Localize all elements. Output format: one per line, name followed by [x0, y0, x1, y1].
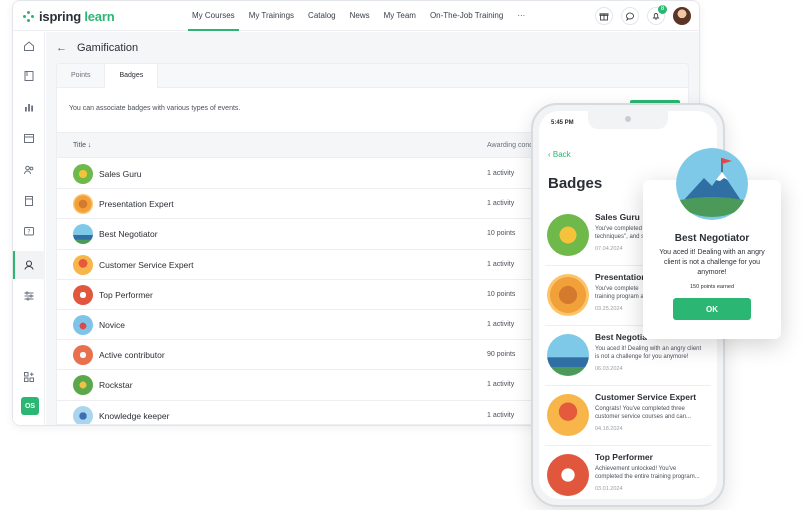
page-description: You can associate badges with various ty…: [69, 105, 241, 112]
reports-icon[interactable]: [21, 99, 37, 115]
badge-awarding-condition: 90 points: [487, 351, 516, 359]
user-avatar[interactable]: [673, 7, 691, 25]
badge-name: Active contributor: [99, 350, 165, 361]
balloon-badge-icon: [547, 394, 589, 436]
badge-name: Novice: [99, 319, 125, 330]
top-icons: 8: [595, 5, 691, 25]
sidebar: ? OS: [13, 32, 45, 425]
user-initials-badge[interactable]: OS: [21, 397, 39, 415]
document-icon[interactable]: [21, 193, 37, 209]
nav-my-courses[interactable]: My Courses: [185, 1, 242, 31]
phone-back-button[interactable]: ‹ Back: [548, 150, 571, 159]
badge-description: You aced it! Dealing with an angry clien…: [595, 346, 702, 360]
tab-bar: Points Badges: [57, 64, 688, 88]
badge-title: Top Performer: [595, 452, 653, 462]
badge-title: Sales Guru: [595, 212, 640, 222]
badge-date: 03.01.2024: [595, 486, 623, 492]
apps-icon[interactable]: [21, 369, 37, 385]
tab-points[interactable]: Points: [57, 64, 104, 87]
badge-name: Rockstar: [99, 380, 133, 391]
users-icon[interactable]: [21, 162, 37, 178]
badge-awarding-condition: 10 points: [487, 230, 516, 238]
badge-description: Congrats! You've completed three custome…: [595, 406, 692, 420]
gamification-icon[interactable]: [13, 251, 37, 279]
thumbs-up-badge-icon: [73, 284, 93, 305]
camera-icon: [625, 116, 631, 122]
badge-awarding-condition: 10 points: [487, 290, 516, 298]
badge-title: Customer Service Expert: [595, 392, 697, 402]
home-icon[interactable]: [21, 38, 37, 54]
mountain-badge-icon: [547, 334, 589, 376]
badge-awarding-condition: 1 activity: [487, 320, 515, 328]
badge-name: Knowledge keeper: [99, 410, 170, 421]
nav-news[interactable]: News: [343, 1, 377, 31]
knowledge-badge-icon: [73, 405, 93, 424]
notification-count: 8: [658, 5, 667, 14]
lion-badge-icon: [73, 194, 93, 215]
page-header: ← Gamification: [56, 42, 138, 54]
nav-more[interactable]: ···: [510, 1, 532, 31]
badge-date: 07.04.2024: [595, 246, 623, 252]
popup-points: 150 points earned: [689, 284, 735, 290]
phone-page-title: Badges: [548, 175, 603, 192]
badge-awarding-condition: 1 activity: [487, 260, 515, 268]
lion-badge-icon: [547, 274, 589, 316]
badge-description: Achievement unlocked! You've completed t…: [595, 466, 700, 480]
badge-name: Top Performer: [99, 289, 153, 300]
status-time: 5:45 PM: [551, 120, 574, 126]
badge-name: Customer Service Expert: [99, 259, 194, 270]
gift-icon[interactable]: [595, 7, 613, 25]
mountain-flag-badge-icon: [676, 148, 748, 220]
popup-title: Best Negotiator: [674, 233, 750, 244]
trophy-badge-icon: [73, 164, 93, 184]
badge-title: Best Negotia: [595, 332, 647, 342]
logo-mark-icon: [23, 10, 35, 23]
badge-awarding-condition: 1 activity: [487, 200, 515, 208]
scene: ispring learn My Courses My Trainings Ca…: [0, 0, 803, 510]
main-nav: My Courses My Trainings Catalog News My …: [185, 1, 532, 31]
badge-name: Sales Guru: [99, 169, 142, 179]
thumbs-up-badge-icon: [547, 454, 589, 496]
nav-my-trainings[interactable]: My Trainings: [242, 1, 301, 31]
badge-name: Presentation Expert: [99, 199, 174, 210]
bell-icon[interactable]: 8: [647, 5, 667, 25]
chat-icon[interactable]: [621, 7, 639, 25]
badge-date: 03.25.2024: [595, 306, 623, 312]
badge-awarding-condition: 1 activity: [487, 411, 515, 419]
trophy-badge-icon: [547, 214, 589, 256]
rockstar-badge-icon: [73, 375, 93, 396]
mountain-badge-icon: [73, 224, 93, 245]
nav-catalog[interactable]: Catalog: [301, 1, 343, 31]
badge-date: 06.03.2024: [595, 366, 623, 372]
badge-title: Presentation: [595, 272, 647, 282]
badge-awarding-condition: 1 activity: [487, 381, 515, 389]
contributor-badge-icon: [73, 345, 93, 366]
settings-sliders-icon[interactable]: [21, 288, 37, 304]
calendar-icon[interactable]: [21, 130, 37, 146]
list-item[interactable]: Customer Service Expert Congrats! You've …: [545, 386, 711, 446]
balloon-badge-icon: [73, 254, 93, 275]
help-icon[interactable]: ?: [21, 224, 37, 240]
page-title: Gamification: [77, 42, 139, 54]
ok-button[interactable]: OK: [673, 298, 751, 320]
logo-text: ispring learn: [39, 9, 115, 24]
nav-my-team[interactable]: My Team: [377, 1, 423, 31]
novice-badge-icon: [73, 314, 93, 335]
tab-badges[interactable]: Badges: [104, 64, 159, 88]
top-bar: ispring learn My Courses My Trainings Ca…: [13, 1, 699, 31]
book-icon[interactable]: [21, 68, 37, 84]
nav-on-the-job-training[interactable]: On-The-Job Training: [423, 1, 510, 31]
badge-awarding-condition: 1 activity: [487, 170, 515, 177]
column-title[interactable]: Title ↓: [73, 133, 91, 159]
phone-notch: [588, 111, 668, 129]
ispring-logo[interactable]: ispring learn: [23, 9, 115, 24]
badge-name: Best Negotiator: [99, 229, 158, 240]
popup-message: You aced it! Dealing with an angry clien…: [659, 249, 765, 276]
back-arrow-icon[interactable]: ←: [56, 42, 67, 54]
svg-text:?: ?: [27, 228, 30, 235]
list-item[interactable]: Top Performer Achievement unlocked! You'v…: [545, 446, 711, 499]
badge-date: 04.18.2024: [595, 426, 623, 432]
